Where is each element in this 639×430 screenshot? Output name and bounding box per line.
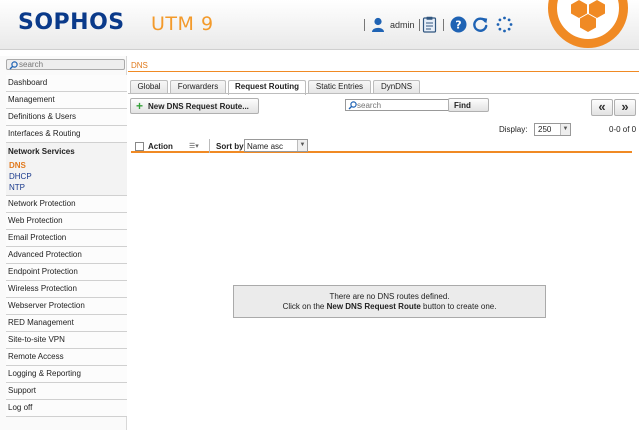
header-divider: [419, 19, 420, 31]
sidebar-subitem-dhcp[interactable]: DHCP: [6, 171, 127, 182]
clipboard-icon[interactable]: [421, 16, 438, 33]
sidebar-group-network-services: Network Services DNS DHCP NTP: [6, 143, 127, 196]
display-count-value: 250: [538, 125, 552, 134]
sophos-logo: SOPHOS: [18, 10, 125, 35]
display-label: Display:: [499, 125, 528, 134]
header-divider: [443, 19, 444, 31]
search-icon: [9, 61, 18, 70]
sidebar-item-wireless-protection[interactable]: Wireless Protection: [6, 281, 127, 298]
sidebar-item-interfaces-routing[interactable]: Interfaces & Routing: [6, 126, 127, 143]
find-button[interactable]: Find: [448, 98, 489, 112]
search-icon: [348, 101, 357, 110]
sidebar-item-advanced-protection[interactable]: Advanced Protection: [6, 247, 127, 264]
sidebar-nav: Dashboard Management Definitions & Users…: [6, 75, 127, 417]
tab-forwarders[interactable]: Forwarders: [170, 80, 226, 94]
sidebar-item-management[interactable]: Management: [6, 92, 127, 109]
empty-state-suffix: button to create one.: [420, 302, 497, 311]
plus-icon: +: [136, 99, 144, 113]
sidebar-item-network-protection[interactable]: Network Protection: [6, 196, 127, 213]
sidebar-item-logging-reporting[interactable]: Logging & Reporting: [6, 366, 127, 383]
sidebar-search[interactable]: [6, 59, 125, 70]
empty-state-line2: Click on the New DNS Request Route butto…: [234, 302, 545, 312]
user-icon[interactable]: [371, 17, 385, 33]
reload-icon[interactable]: [472, 16, 489, 33]
sidebar-item-web-protection[interactable]: Web Protection: [6, 213, 127, 230]
sidebar-item-definitions-users[interactable]: Definitions & Users: [6, 109, 127, 126]
tab-dyndns[interactable]: DynDNS: [373, 80, 420, 94]
sort-label: Sort by:: [216, 142, 247, 151]
tab-global[interactable]: Global: [130, 80, 168, 94]
sidebar-item-remote-access[interactable]: Remote Access: [6, 349, 127, 366]
next-page-button[interactable]: »: [614, 99, 636, 116]
header-divider: [209, 139, 210, 153]
user-name[interactable]: admin: [390, 20, 415, 30]
app-header: SOPHOS UTM 9 admin ?: [0, 0, 639, 50]
header-divider: [364, 19, 365, 31]
select-all-checkbox[interactable]: [135, 142, 144, 151]
previous-page-button[interactable]: «: [591, 99, 613, 116]
sidebar-item-network-services[interactable]: Network Services: [6, 143, 127, 160]
chevron-down-icon: ▼: [560, 124, 570, 135]
hexagon-logo-icon: [571, 0, 605, 32]
sidebar-subitem-dns[interactable]: DNS: [6, 160, 127, 171]
action-label: Action: [148, 142, 173, 151]
activity-spinner-icon: [496, 16, 513, 33]
new-dns-request-route-button[interactable]: + New DNS Request Route...: [130, 98, 259, 114]
product-name: UTM 9: [151, 13, 214, 35]
tab-static-entries[interactable]: Static Entries: [308, 80, 371, 94]
sort-by-select[interactable]: Name asc ▼: [244, 139, 308, 152]
svg-text:?: ?: [455, 19, 461, 32]
empty-state-message: There are no DNS routes defined. Click o…: [233, 285, 546, 318]
sidebar-item-support[interactable]: Support: [6, 383, 127, 400]
find-button-label: Find: [454, 101, 471, 110]
list-header: Action ☰▾ Sort by: Name asc ▼: [131, 139, 632, 153]
sort-by-value: Name asc: [247, 142, 284, 151]
empty-state-prefix: Click on the: [282, 302, 327, 311]
chevron-down-icon: ▼: [297, 140, 307, 151]
empty-state-line1: There are no DNS routes defined.: [329, 292, 450, 301]
display-count-select[interactable]: 250 ▼: [534, 123, 571, 136]
sidebar-item-site-to-site-vpn[interactable]: Site-to-site VPN: [6, 332, 127, 349]
sidebar-item-dashboard[interactable]: Dashboard: [6, 75, 127, 92]
sidebar: Dashboard Management Definitions & Users…: [0, 56, 127, 430]
sidebar-item-email-protection[interactable]: Email Protection: [6, 230, 127, 247]
breadcrumb: DNS: [131, 61, 148, 70]
new-dns-request-route-label: New DNS Request Route...: [148, 102, 249, 111]
action-menu-icon[interactable]: ☰▾: [189, 142, 199, 150]
empty-state-button-name: New DNS Request Route: [326, 302, 421, 311]
sidebar-item-endpoint-protection[interactable]: Endpoint Protection: [6, 264, 127, 281]
list-search[interactable]: [345, 99, 449, 111]
sidebar-item-red-management[interactable]: RED Management: [6, 315, 127, 332]
help-icon[interactable]: ?: [450, 16, 467, 33]
sidebar-search-input[interactable]: [19, 60, 119, 69]
result-count: 0-0 of 0: [609, 125, 637, 134]
sidebar-item-webserver-protection[interactable]: Webserver Protection: [6, 298, 127, 315]
sidebar-item-log-off[interactable]: Log off: [6, 400, 127, 417]
list-search-input[interactable]: [357, 101, 447, 110]
sidebar-subitem-ntp[interactable]: NTP: [6, 182, 127, 193]
tab-divider: [128, 93, 639, 94]
breadcrumb-divider: [128, 71, 639, 72]
